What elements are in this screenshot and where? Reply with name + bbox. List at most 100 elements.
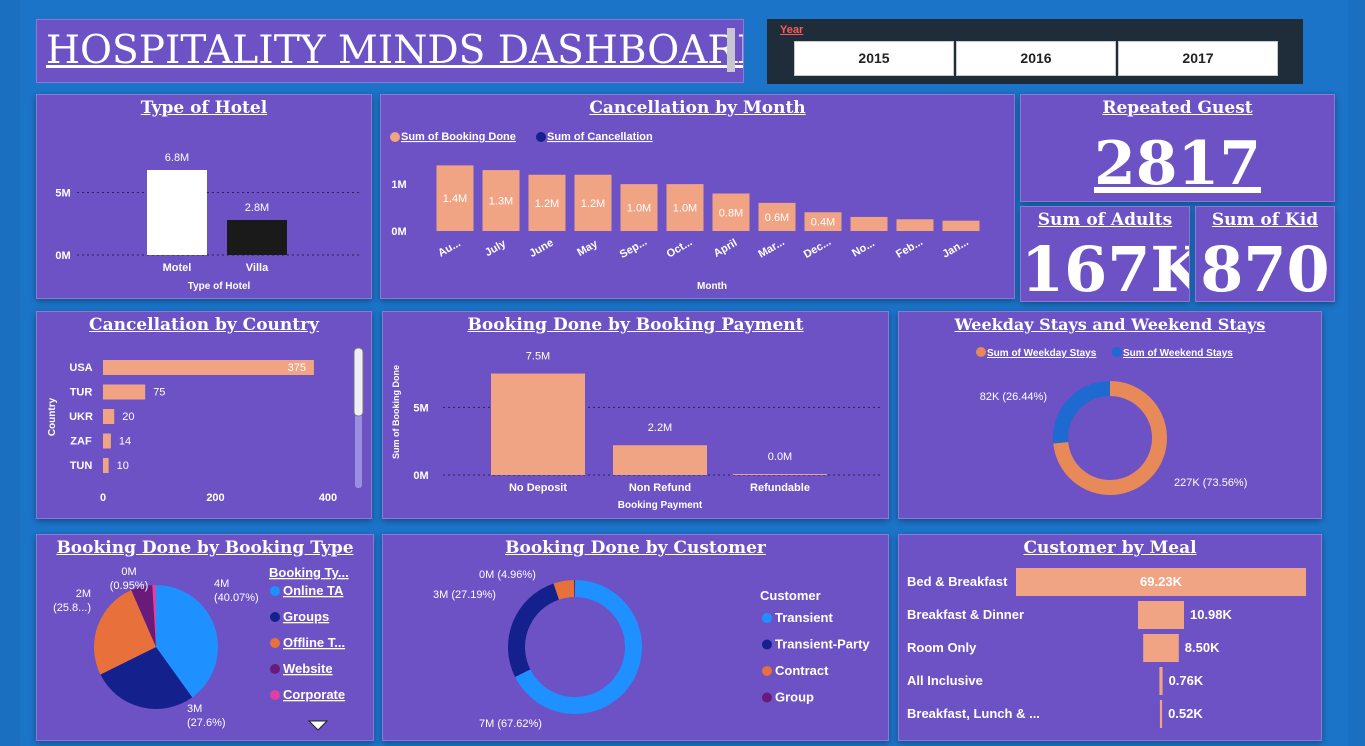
data-label: 6.8M xyxy=(165,152,189,164)
repeated-guest-title: Repeated Guest xyxy=(1102,98,1253,118)
data-label: 0M xyxy=(121,566,136,578)
legend-marker xyxy=(270,612,280,622)
x-tick-label: No Deposit xyxy=(509,482,567,494)
sum-of-kid-title: Sum of Kid xyxy=(1211,210,1319,230)
weekday-weekend-title: Weekday Stays and Weekend Stays xyxy=(954,315,1266,334)
data-label: 1.2M xyxy=(535,198,559,210)
booking-by-type-card: Booking Done by Booking Type 4M (40.07%) 3… xyxy=(36,534,374,741)
bar-month xyxy=(850,216,888,231)
x-tick-label: Sep... xyxy=(618,236,649,261)
booking-by-type-title: Booking Done by Booking Type xyxy=(56,538,354,558)
x-tick-label: Mar... xyxy=(756,236,786,260)
data-label-weekend: 82K (26.44%) xyxy=(980,391,1047,403)
data-label: 4M xyxy=(214,578,229,590)
booking-by-payment-title: Booking Done by Booking Payment xyxy=(467,315,804,335)
bar-country xyxy=(103,360,314,375)
booking-by-type-chart: 4M (40.07%) 3M (27.6%) 2M (25.8...) 0M (0.95%) B… xyxy=(53,565,349,731)
scrollbar-thumb xyxy=(353,347,364,417)
legend-marker-weekend xyxy=(1112,347,1122,357)
sum-of-kid-card: Sum of Kid 870 xyxy=(1195,206,1335,302)
legend-item-label: Corporate xyxy=(283,687,345,702)
sum-of-kid-value: 870 xyxy=(1200,233,1330,302)
bar-meal xyxy=(1159,667,1163,695)
x-tick-label: 400 xyxy=(319,492,337,504)
legend-marker xyxy=(762,666,772,676)
weekday-weekend-card: Weekday Stays and Weekend Stays Sum of W… xyxy=(898,311,1322,519)
cancellation-by-country-card: Cancellation by Country USA 375 TUR 75 UKR 20… xyxy=(36,311,372,519)
y-tick-label: UKR xyxy=(69,411,93,423)
data-label: 3M xyxy=(187,703,202,715)
type-of-hotel-title: Type of Hotel xyxy=(140,98,268,118)
data-label: 0.76K xyxy=(1169,673,1204,688)
data-label: (40.07%) xyxy=(214,592,259,604)
y-tick-label: Room Only xyxy=(907,640,977,655)
x-tick-label: Motel xyxy=(163,262,192,274)
year-option-2015[interactable]: 2015 xyxy=(794,41,954,76)
y-tick-label: Breakfast & Dinner xyxy=(907,607,1024,622)
year-option-2016[interactable]: 2016 xyxy=(956,41,1116,76)
bar-villa xyxy=(227,220,287,255)
legend-marker xyxy=(762,692,772,703)
booking-by-customer-chart: 7M (67.62%) 3M (27.19%) 0M (4.96%) Customer… xyxy=(433,569,870,730)
x-tick-label: June xyxy=(527,237,555,260)
bar-meal xyxy=(1138,601,1184,629)
customer-by-meal-chart: Bed & Breakfast 69.23K Breakfast & Dinner 1… xyxy=(907,568,1306,728)
sum-of-adults-card: Sum of Adults 167K xyxy=(1020,206,1190,302)
text-cursor xyxy=(727,28,735,72)
booking-by-customer-title: Booking Done by Customer xyxy=(505,538,766,558)
y-tick-label: 5M xyxy=(55,188,70,200)
legend-marker xyxy=(270,664,280,674)
data-label-weekday: 227K (73.56%) xyxy=(1174,477,1247,489)
legend-title: Booking Ty... xyxy=(269,565,349,580)
booking-by-payment-card: Booking Done by Booking Payment 0M 5M 7.5M… xyxy=(382,311,889,519)
data-label: (27.6%) xyxy=(187,717,226,729)
x-axis-label: Month xyxy=(697,281,727,292)
bar-country xyxy=(103,384,146,400)
legend-label-weekend: Sum of Weekend Stays xyxy=(1123,348,1233,359)
y-tick-label: USA xyxy=(69,362,92,374)
legend-title: Customer xyxy=(760,588,821,603)
type-of-hotel-card: Type of Hotel 0M 5M 6.8M Motel 2.8M Villa Type… xyxy=(36,94,372,299)
data-label: 0.4M xyxy=(811,217,835,229)
x-tick-label: Dec... xyxy=(802,236,833,261)
data-label: 1.2M xyxy=(581,198,605,210)
data-label: 2.8M xyxy=(245,202,269,214)
bar-month xyxy=(942,220,980,231)
data-label: 2.2M xyxy=(648,422,672,434)
repeated-guest-value: 2817 xyxy=(1094,129,1261,199)
x-tick-label: May xyxy=(575,237,600,259)
bar-month xyxy=(896,219,934,231)
bar-meal xyxy=(1143,634,1179,662)
x-axis-label: Type of Hotel xyxy=(188,281,251,292)
y-tick-label: 1M xyxy=(391,179,406,191)
data-label: 10 xyxy=(117,460,129,472)
legend-item-label: Online TA xyxy=(283,583,344,598)
x-tick-label: Villa xyxy=(246,262,269,274)
data-label: 0M (4.96%) xyxy=(479,569,536,581)
bar-payment xyxy=(613,445,707,475)
data-label: 0.8M xyxy=(719,207,743,219)
y-tick-label: Bed & Breakfast xyxy=(907,574,1008,589)
legend-marker xyxy=(270,586,280,596)
y-tick-label: TUN xyxy=(70,460,93,472)
scroll-down-icon xyxy=(307,720,329,731)
y-tick-label: 0M xyxy=(413,470,428,482)
y-tick-label: All Inclusive xyxy=(907,673,983,688)
cancellation-by-month-card: Cancellation by Month Sum of Booking Don… xyxy=(380,94,1015,299)
year-option-2017[interactable]: 2017 xyxy=(1118,41,1278,76)
cancellation-by-month-title: Cancellation by Month xyxy=(589,98,806,118)
legend-marker xyxy=(762,639,772,650)
data-label: 8.50K xyxy=(1185,640,1220,655)
sum-of-adults-value: 167K xyxy=(1021,233,1190,302)
legend-item-label: Website xyxy=(283,661,333,676)
data-label: 0.52K xyxy=(1168,706,1203,721)
sum-of-adults-title: Sum of Adults xyxy=(1037,210,1173,230)
bar-payment xyxy=(491,373,585,475)
y-tick-label: Breakfast, Lunch & ... xyxy=(907,706,1040,721)
data-label: 1.0M xyxy=(673,203,697,215)
x-tick-label: Jan... xyxy=(940,236,970,260)
data-label: 1.3M xyxy=(489,196,513,208)
cancellation-by-country-chart: USA 375 TUR 75 UKR 20 ZAF 14 TUN 10 0 200 400 Country xyxy=(47,347,364,504)
data-label: 0.0M xyxy=(768,451,792,463)
data-label: 75 xyxy=(153,387,165,399)
